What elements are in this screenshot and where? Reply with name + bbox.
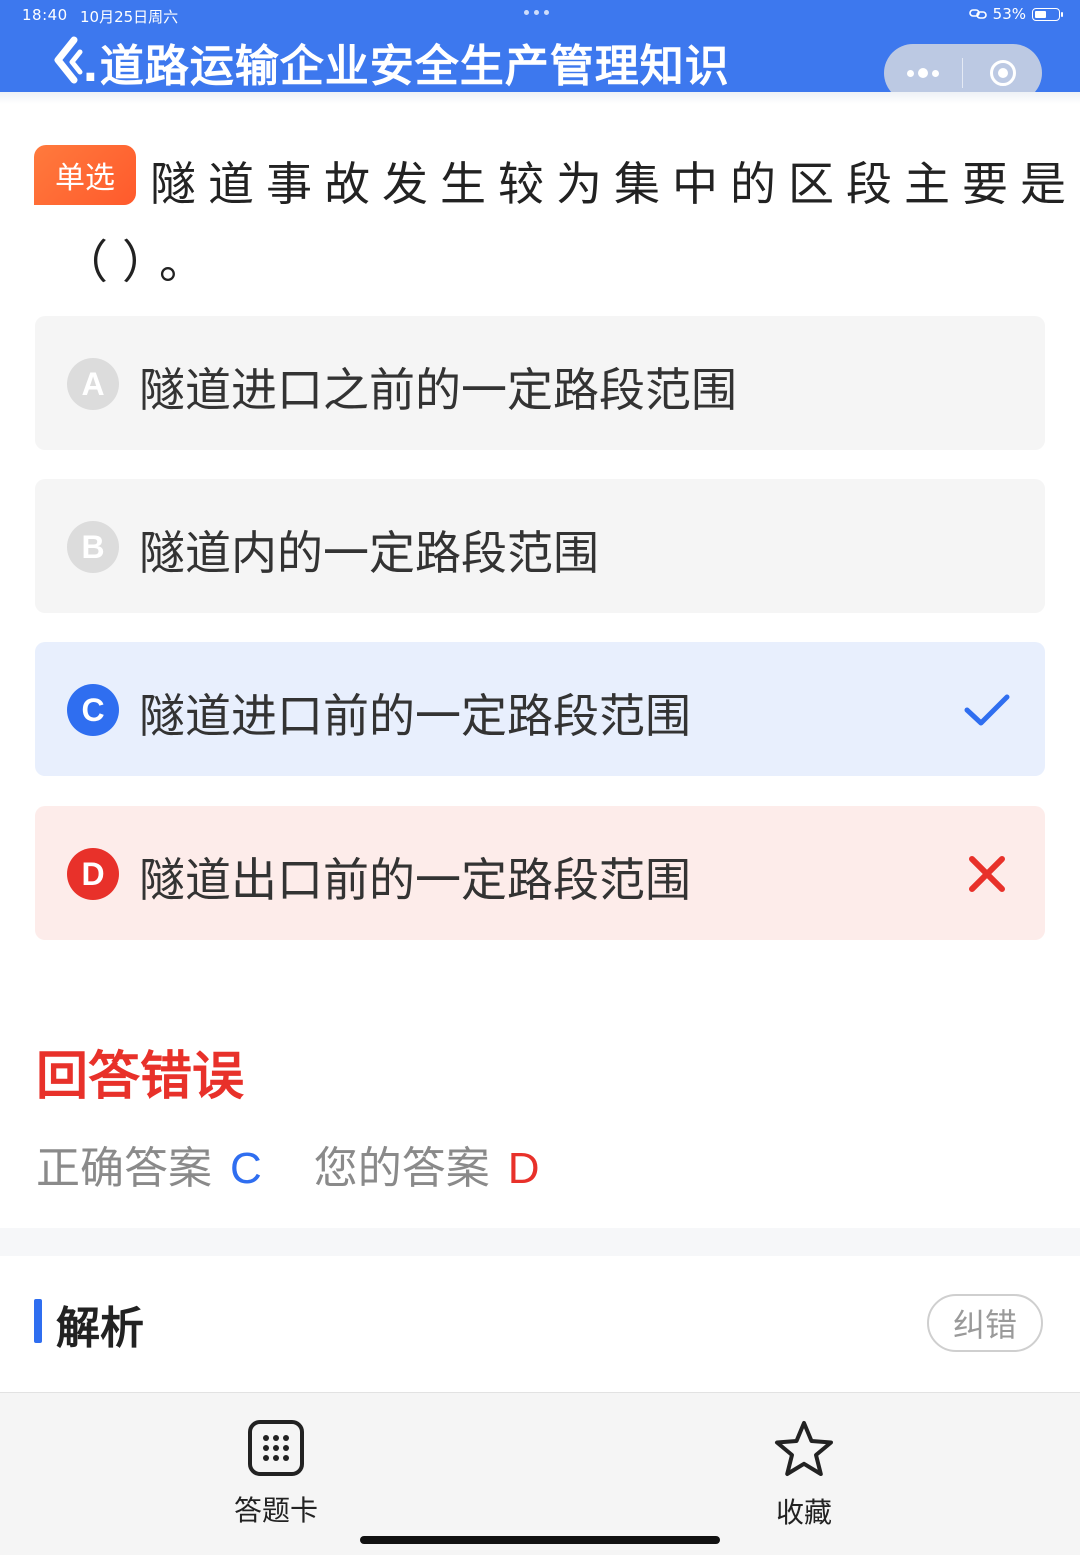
your-answer-value: D xyxy=(507,1144,540,1193)
option-text: 隧道进口之前的一定路段范围 xyxy=(139,363,737,417)
question-type-tag: 单选 xyxy=(34,145,136,205)
battery-percent: 53% xyxy=(992,5,1026,23)
link-icon xyxy=(968,9,987,19)
option-text: 隧道内的一定路段范围 xyxy=(139,526,599,580)
result-title: 回答错误 xyxy=(36,1047,245,1107)
your-answer-label: 您的答案 xyxy=(313,1143,490,1194)
correct-answer-value: C xyxy=(230,1144,262,1193)
option-letter: C xyxy=(67,684,119,736)
checkmark-icon xyxy=(964,694,1010,726)
home-indicator[interactable] xyxy=(360,1536,720,1544)
favorite-label: 收藏 xyxy=(775,1496,832,1529)
analysis-title: 解析 xyxy=(56,1303,144,1354)
status-time: 18:40 xyxy=(22,6,68,24)
battery-icon xyxy=(1032,7,1063,21)
section-separator xyxy=(0,1228,1080,1256)
status-right: 53% xyxy=(968,5,1063,23)
option-text: 隧道出口前的一定路段范围 xyxy=(139,853,691,907)
question-text: 隧道事故发生较为集中的区段主要是 xyxy=(150,157,1078,211)
star-icon xyxy=(775,1421,833,1476)
header-shadow xyxy=(0,92,1080,104)
section-accent-bar xyxy=(34,1299,42,1343)
favorite-button[interactable]: 收藏 xyxy=(734,1419,874,1531)
option-letter: D xyxy=(67,848,119,900)
report-error-button[interactable]: 纠错 xyxy=(927,1294,1043,1352)
bottom-nav: 答题卡 收藏 xyxy=(0,1392,1080,1555)
page-title: .道路运输企业安全生产管理知识 xyxy=(82,41,730,92)
option-b[interactable]: B 隧道内的一定路段范围 xyxy=(35,479,1045,613)
option-letter: B xyxy=(67,521,119,573)
question-text-continued: （）。 xyxy=(62,235,219,289)
option-d[interactable]: D 隧道出口前的一定路段范围 xyxy=(35,806,1045,940)
grid-icon xyxy=(248,1420,304,1476)
multitask-dots-icon[interactable] xyxy=(524,10,549,15)
correct-answer-label: 正确答案 xyxy=(36,1143,212,1194)
answer-card-button[interactable]: 答题卡 xyxy=(206,1419,346,1529)
option-letter: A xyxy=(67,358,119,410)
answer-summary: 正确答案 C 您的答案 D xyxy=(36,1132,540,1196)
option-text: 隧道进口前的一定路段范围 xyxy=(139,689,691,743)
option-a[interactable]: A 隧道进口之前的一定路段范围 xyxy=(35,316,1045,450)
answer-card-label: 答题卡 xyxy=(233,1494,318,1527)
status-date: 10月25日周六 xyxy=(80,8,179,26)
battery-fill xyxy=(1035,10,1046,18)
option-c[interactable]: C 隧道进口前的一定路段范围 xyxy=(35,642,1045,776)
top-bar: 18:40 10月25日周六 53% .道路运输企业安全生产管理知识 xyxy=(0,0,1080,102)
cross-icon xyxy=(969,856,1005,892)
